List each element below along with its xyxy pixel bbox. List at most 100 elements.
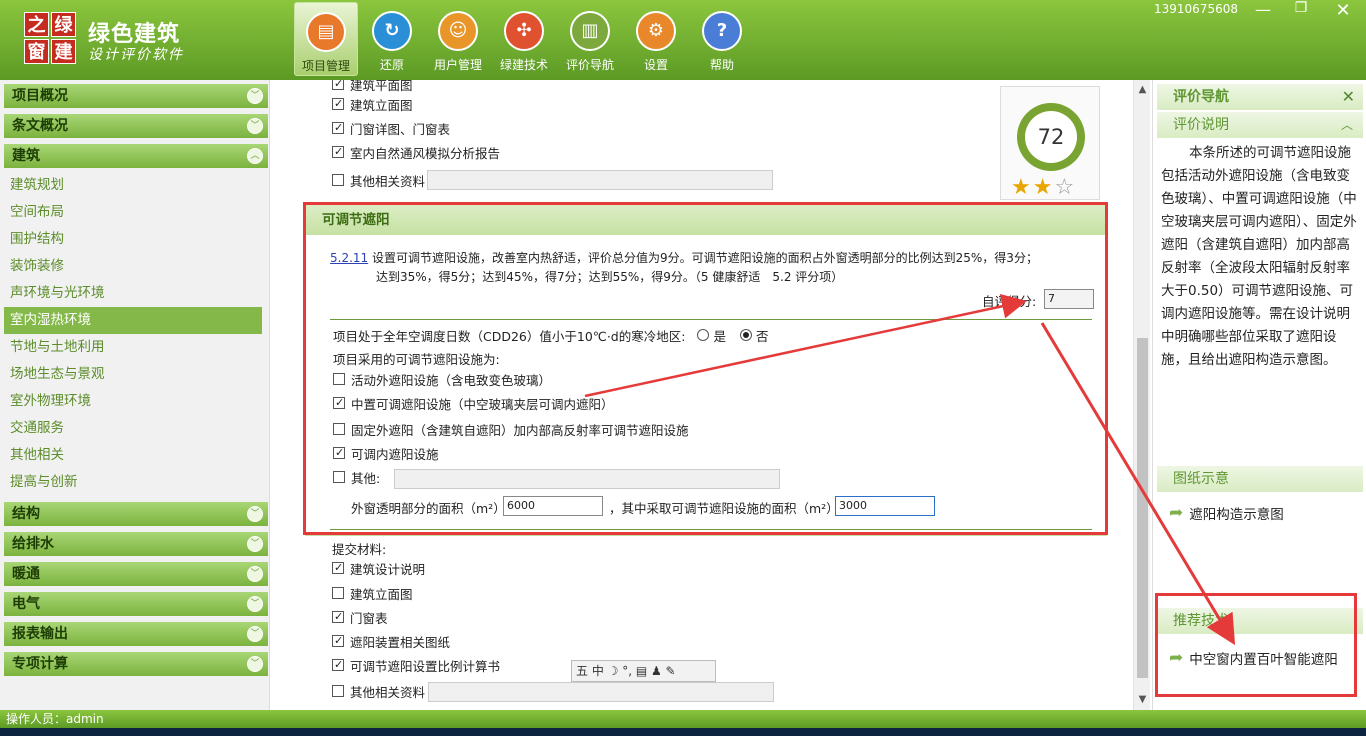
checkbox-label: 可调内遮阳设施 <box>351 446 439 462</box>
checkbox[interactable] <box>333 423 345 435</box>
nav-group[interactable]: 暖通 ﹀ <box>4 562 268 586</box>
clause-code-link[interactable]: 5.2.11 <box>330 251 368 265</box>
nav-item[interactable]: 节地与土地利用 <box>4 334 262 361</box>
checkbox-label: 可调节遮阳设置比例计算书 <box>350 658 501 674</box>
restore-icon[interactable]: ❐ <box>1286 0 1316 16</box>
close-icon[interactable]: ✕ <box>1328 0 1358 21</box>
chevron-down-icon: ﹀ <box>247 88 263 104</box>
desc-header: 评价说明 ︿ <box>1157 112 1363 138</box>
nav-group[interactable]: 电气 ﹀ <box>4 592 268 616</box>
toolbar-button-1[interactable]: ↻ 还原 <box>360 2 424 76</box>
nav-group[interactable]: 结构 ﹀ <box>4 502 268 526</box>
checkbox[interactable] <box>333 447 345 459</box>
chevron-up-icon: ︿ <box>247 148 263 164</box>
user-account[interactable]: 13910675608 <box>1154 2 1238 16</box>
radio-no[interactable] <box>739 329 752 341</box>
scroll-down-icon[interactable]: ▼ <box>1134 694 1151 705</box>
toolbar-button-0[interactable]: ▤ 项目管理 <box>294 2 358 76</box>
checkbox-label: 门窗详图、门窗表 <box>350 121 451 137</box>
toolbar-button-5[interactable]: ⚙ 设置 <box>624 2 688 76</box>
scroll-thumb[interactable] <box>1137 338 1148 678</box>
checkbox[interactable] <box>332 80 344 90</box>
left-nav-panel: 项目概况 ﹀ 条文概况 ﹀ 建筑 ︿ 建筑规划 空间布局 围护结构 装饰装修 声环境与光环境 室内湿热… <box>0 80 270 710</box>
checkbox-row: 可调内遮阳设施 <box>333 443 439 463</box>
checkbox[interactable] <box>332 587 344 599</box>
toolbar-button-6[interactable]: ? 帮助 <box>690 2 754 76</box>
divider <box>330 529 1092 530</box>
checkbox-row: 可调节遮阳设置比例计算书 <box>332 655 500 675</box>
checkbox[interactable] <box>332 146 344 158</box>
chevron-down-icon: ﹀ <box>247 596 263 612</box>
checkbox-row: 其他: <box>333 467 380 487</box>
nav-item[interactable]: 建筑规划 <box>4 172 262 199</box>
nav-group[interactable]: 条文概况 ﹀ <box>4 114 268 138</box>
nav-item[interactable]: 空间布局 <box>4 199 262 226</box>
score-value: 72 <box>1025 111 1077 163</box>
close-icon[interactable]: ✕ <box>1342 84 1355 110</box>
self-score-input[interactable]: 7 <box>1044 289 1094 309</box>
minimize-icon[interactable]: — <box>1248 0 1278 19</box>
nav-item[interactable]: 室内湿热环境 <box>4 307 262 334</box>
app-logo: 之 绿 窗 建 <box>24 12 78 66</box>
scroll-up-icon[interactable]: ▲ <box>1134 84 1151 95</box>
checkbox[interactable] <box>332 685 344 697</box>
toolbar-label: 项目管理 <box>301 59 350 73</box>
nav-item[interactable]: 交通服务 <box>4 415 262 442</box>
submit-other-input[interactable] <box>428 682 774 702</box>
nav-group-label: 给排水 <box>12 536 54 552</box>
checkbox[interactable] <box>332 174 344 186</box>
toolbar-label: 还原 <box>379 58 404 72</box>
chevron-down-icon: ﹀ <box>247 566 263 582</box>
checkbox[interactable] <box>333 373 345 385</box>
top-other-input[interactable] <box>427 170 773 190</box>
other-facility-input[interactable] <box>394 469 780 489</box>
nav-group[interactable]: 给排水 ﹀ <box>4 532 268 556</box>
checkbox-row: 门窗详图、门窗表 <box>332 118 450 138</box>
score-card: 72 ★★☆ <box>1000 86 1100 200</box>
nav-item[interactable]: 场地生态与景观 <box>4 361 262 388</box>
radio-yes-label: 是 <box>713 328 726 344</box>
nav-item[interactable]: 室外物理环境 <box>4 388 262 415</box>
folder-icon: ▤ <box>306 12 346 52</box>
toolbar-button-3[interactable]: ✣ 绿建技术 <box>492 2 556 76</box>
nav-item[interactable]: 围护结构 <box>4 226 262 253</box>
checkbox[interactable] <box>333 471 345 483</box>
nav-group[interactable]: 报表输出 ﹀ <box>4 622 268 646</box>
window-area-input[interactable]: 6000 <box>503 496 603 516</box>
checkbox[interactable] <box>332 98 344 110</box>
radio-yes[interactable] <box>697 329 710 341</box>
nav-item[interactable]: 装饰装修 <box>4 253 262 280</box>
checkbox-row: 室内自然通风模拟分析报告 <box>332 142 500 162</box>
checkbox[interactable] <box>332 562 344 574</box>
checkbox[interactable] <box>332 611 344 623</box>
checkbox[interactable] <box>333 397 345 409</box>
nav-group[interactable]: 项目概况 ﹀ <box>4 84 268 108</box>
drawing-link[interactable]: ➦ 遮阳构造示意图 <box>1169 503 1284 523</box>
checkbox-row: 建筑设计说明 <box>332 558 425 578</box>
desc-title-text: 评价说明 <box>1173 117 1229 133</box>
shading-area-input[interactable]: 3000 <box>835 496 935 516</box>
nav-item[interactable]: 其他相关 <box>4 442 262 469</box>
cold-region-question: 项目处于全年空调度日数（CDD26）值小于10℃·d的寒冷地区: 是 否 <box>333 325 768 345</box>
nav-item[interactable]: 声环境与光环境 <box>4 280 262 307</box>
toolbar-button-4[interactable]: ▥ 评价导航 <box>558 2 622 76</box>
checkbox-label: 其他: <box>351 470 381 486</box>
checkbox[interactable] <box>332 122 344 134</box>
nav-group[interactable]: 建筑 ︿ <box>4 144 268 168</box>
nav-item[interactable]: 提高与创新 <box>4 469 262 496</box>
star-icon: ★ <box>1032 175 1055 200</box>
facility-label: 项目采用的可调节遮阳设施为: <box>333 351 500 367</box>
toolbar-button-2[interactable]: ☺ 用户管理 <box>426 2 490 76</box>
nav-group[interactable]: 专项计算 ﹀ <box>4 652 268 676</box>
checkbox[interactable] <box>332 659 344 671</box>
ime-toolbar[interactable]: 五 中 ☽ °, ▤ ♟ ✎ <box>571 660 716 682</box>
chevron-up-icon[interactable]: ︿ <box>1341 112 1353 138</box>
main-scrollbar[interactable]: ▲ ▼ <box>1133 80 1150 710</box>
checkbox-label: 建筑立面图 <box>350 586 413 602</box>
clause-text: 5.2.11 设置可调节遮阳设施，改善室内热舒适，评价总分值为9分。可调节遮阳设… <box>330 249 1070 287</box>
checkbox-label: 中置可调遮阳设施（中空玻璃夹层可调内遮阳） <box>351 396 614 412</box>
drawing-header: 图纸示意 <box>1157 466 1363 492</box>
guide-title-text: 评价导航 <box>1173 89 1229 105</box>
checkbox[interactable] <box>332 635 344 647</box>
recommend-link[interactable]: ➦ 中空窗内置百叶智能遮阳 <box>1169 648 1338 668</box>
